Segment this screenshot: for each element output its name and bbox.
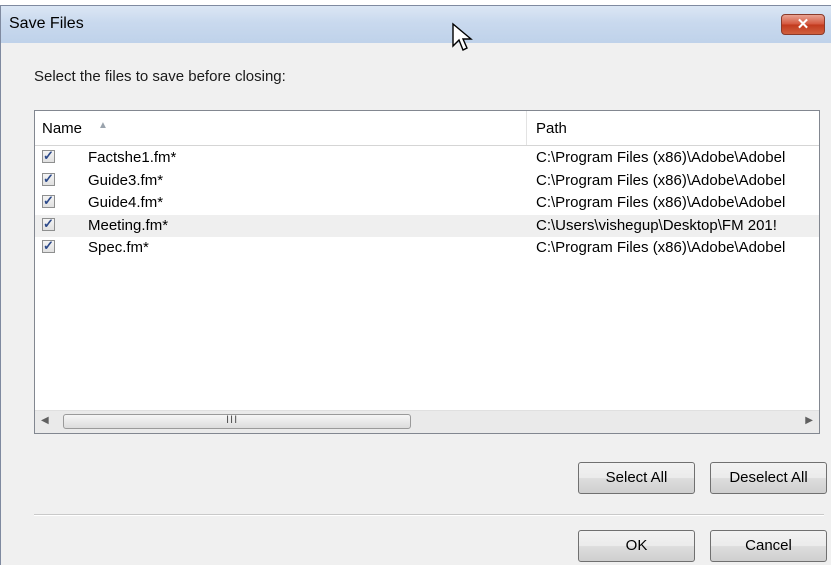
instruction-text: Select the files to save before closing: [34,68,286,85]
file-path: C:\Program Files (x86)\Adobe\Adobel [536,239,786,256]
file-path: C:\Program Files (x86)\Adobe\Adobel [536,194,786,211]
list-item[interactable]: ✓ Guide4.fm* C:\Program Files (x86)\Adob… [35,192,819,215]
file-checkbox[interactable]: ✓ [42,148,55,163]
list-header: Name ▲ Path [35,111,819,146]
file-list[interactable]: Name ▲ Path ✓ Factshe1.fm* C:\Program Fi… [34,110,820,434]
file-name: Factshe1.fm* [88,149,177,166]
file-name: Guide4.fm* [88,194,164,211]
file-path: C:\Users\vishegup\Desktop\FM 201! [536,216,777,234]
list-item[interactable]: ✓ Spec.fm* C:\Program Files (x86)\Adobe\… [35,237,819,260]
file-checkbox[interactable]: ✓ [42,215,55,231]
file-path: C:\Program Files (x86)\Adobe\Adobel [536,149,786,166]
close-icon: ✕ [796,16,810,33]
mouse-pointer-icon [452,22,473,51]
deselect-all-button[interactable]: Deselect All [710,462,827,494]
column-divider[interactable] [526,111,527,145]
file-checkbox[interactable]: ✓ [42,238,55,253]
file-path: C:\Program Files (x86)\Adobe\Adobel [536,171,786,189]
list-item[interactable]: ✓ Guide3.fm* C:\Program Files (x86)\Adob… [35,170,819,193]
checkmark-icon: ✓ [43,148,54,163]
close-button[interactable]: ✕ [781,14,825,35]
checkmark-icon: ✓ [43,170,54,186]
checkmark-icon: ✓ [43,238,54,253]
window-title: Save Files [9,15,84,32]
list-item[interactable]: ✓ Meeting.fm* C:\Users\vishegup\Desktop\… [35,214,819,237]
file-name: Spec.fm* [88,239,149,256]
title-bar[interactable]: Save Files ✕ [1,6,831,43]
checkmark-icon: ✓ [43,193,54,208]
list-item[interactable]: ✓ Factshe1.fm* C:\Program Files (x86)\Ad… [35,147,819,170]
column-header-name[interactable]: Name [42,120,82,137]
save-files-dialog: Save Files ✕ Select the files to save be… [0,5,831,565]
scrollbar-thumb[interactable]: III [63,414,411,429]
ok-button[interactable]: OK [578,530,695,562]
column-header-path[interactable]: Path [536,120,567,137]
horizontal-scrollbar[interactable]: ◀ III ▶ [35,410,819,433]
file-checkbox[interactable]: ✓ [42,193,55,208]
checkmark-icon: ✓ [43,215,54,231]
sort-ascending-icon: ▲ [98,120,108,131]
divider [34,514,824,516]
file-name: Meeting.fm* [88,216,169,234]
grip-icon: III [226,414,239,426]
file-checkbox[interactable]: ✓ [42,170,55,186]
file-name: Guide3.fm* [88,171,164,189]
scroll-right-icon[interactable]: ▶ [805,415,813,426]
cancel-button[interactable]: Cancel [710,530,827,562]
scroll-left-icon[interactable]: ◀ [41,415,49,426]
file-rows: ✓ Factshe1.fm* C:\Program Files (x86)\Ad… [35,147,819,260]
select-all-button[interactable]: Select All [578,462,695,494]
